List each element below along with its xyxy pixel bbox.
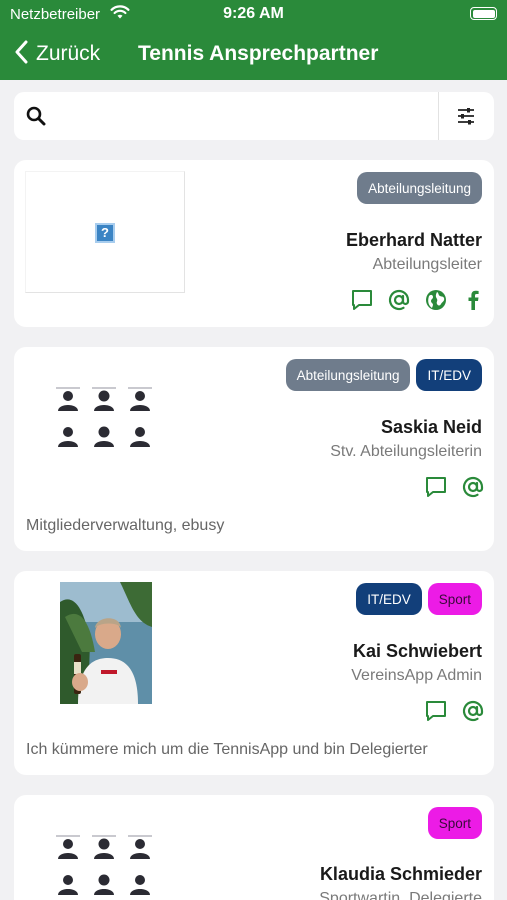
contact-card[interactable]: Sport Klaudia Schmieder Sportwartin, Del… bbox=[14, 795, 494, 900]
contact-role: Sportwartin, Delegierte bbox=[319, 890, 482, 900]
tag-badge[interactable]: Sport bbox=[427, 583, 482, 615]
at-icon[interactable] bbox=[385, 286, 412, 313]
contact-name: Klaudia Schmieder bbox=[319, 864, 482, 884]
avatar-placeholder-icon bbox=[56, 387, 156, 449]
at-icon[interactable] bbox=[459, 697, 486, 724]
chat-icon[interactable] bbox=[422, 473, 449, 500]
tag-list: IT/EDV Sport bbox=[356, 583, 482, 615]
contact-actions bbox=[422, 473, 486, 500]
contact-card[interactable]: ? Abteilungsleitung Eberhard Natter Abte… bbox=[14, 160, 494, 327]
tag-badge[interactable]: Abteilungsleitung bbox=[357, 172, 482, 204]
contact-card[interactable]: Abteilungsleitung IT/EDV Saskia Neid Stv… bbox=[14, 347, 494, 551]
tag-badge[interactable]: Sport bbox=[427, 807, 482, 839]
search-divider bbox=[438, 92, 439, 140]
contact-name: Kai Schwiebert bbox=[352, 641, 482, 661]
contact-actions bbox=[422, 697, 486, 724]
contact-name: Saskia Neid bbox=[380, 417, 482, 437]
contact-actions bbox=[348, 286, 486, 313]
chevron-left-icon bbox=[14, 40, 28, 69]
facebook-icon[interactable] bbox=[459, 286, 486, 313]
tag-badge[interactable]: Abteilungsleitung bbox=[285, 359, 411, 391]
status-bar: Netzbetreiber 9:26 AM bbox=[0, 0, 507, 30]
globe-icon[interactable] bbox=[422, 286, 449, 313]
contact-description: Ich kümmere mich um die TennisApp und bi… bbox=[26, 741, 428, 758]
contact-role: Stv. Abteilungsleiterin bbox=[330, 443, 482, 460]
tag-list: Sport bbox=[427, 807, 482, 839]
tag-list: Abteilungsleitung IT/EDV bbox=[285, 359, 482, 391]
clock: 9:26 AM bbox=[223, 5, 284, 22]
back-button[interactable]: Zurück bbox=[14, 39, 100, 69]
avatar-placeholder-icon bbox=[56, 835, 156, 897]
missing-image-icon: ? bbox=[95, 223, 115, 243]
search-input[interactable] bbox=[62, 100, 432, 132]
nav-bar: Zurück Tennis Ansprechpartner bbox=[0, 30, 507, 80]
tag-badge[interactable]: IT/EDV bbox=[356, 583, 422, 615]
page-title: Tennis Ansprechpartner bbox=[138, 42, 379, 65]
contact-role: Abteilungsleiter bbox=[372, 256, 482, 273]
contact-description: Mitgliederverwaltung, ebusy bbox=[26, 517, 225, 534]
contact-card[interactable]: IT/EDV Sport Kai Schwiebert VereinsApp A… bbox=[14, 571, 494, 775]
contact-name: Eberhard Natter bbox=[345, 230, 482, 250]
back-label: Zurück bbox=[36, 42, 101, 65]
at-icon[interactable] bbox=[459, 473, 486, 500]
chat-icon[interactable] bbox=[348, 286, 375, 313]
tag-list: Abteilungsleitung bbox=[357, 172, 482, 204]
battery-icon bbox=[470, 7, 497, 20]
filter-icon[interactable] bbox=[456, 106, 476, 131]
contact-photo bbox=[60, 582, 152, 704]
search-icon bbox=[26, 106, 46, 131]
search-bar bbox=[14, 92, 494, 140]
contact-role: VereinsApp Admin bbox=[351, 667, 482, 684]
chat-icon[interactable] bbox=[422, 697, 449, 724]
tag-badge[interactable]: IT/EDV bbox=[416, 359, 482, 391]
